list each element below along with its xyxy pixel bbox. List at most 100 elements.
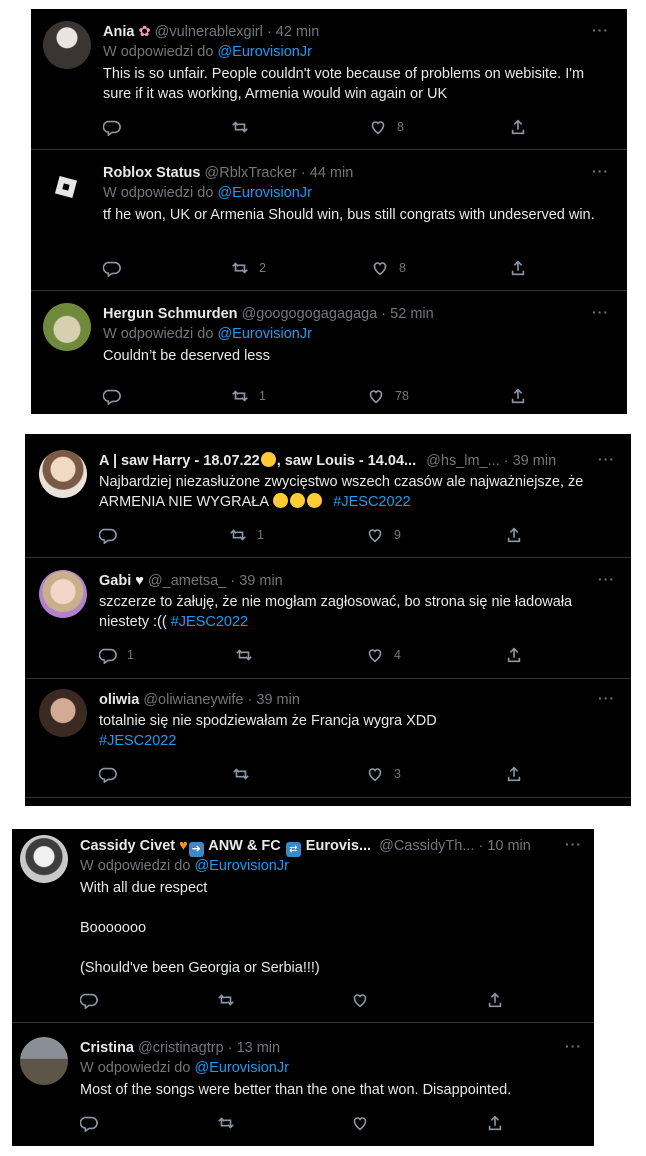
tweet[interactable]: Gabi ♥ @_ametsa_ · 39 min ··· szczerze t… <box>25 558 631 679</box>
like-icon <box>368 529 382 543</box>
author-handle[interactable]: @RblxTracker <box>205 165 297 181</box>
like-button[interactable] <box>351 1114 369 1132</box>
retweet-button[interactable] <box>231 118 259 136</box>
tweet[interactable]: Cassidy Civet ♥ ➜ ANW & FC ⇄ Eurovis... @… <box>12 829 594 1023</box>
author-name[interactable]: A | saw Harry - 18.07.22 <box>99 453 260 469</box>
avatar[interactable] <box>43 303 91 351</box>
retweet-button[interactable]: 2 <box>231 259 266 277</box>
author-name[interactable]: Cassidy Civet <box>80 838 175 854</box>
share-button[interactable] <box>505 526 523 544</box>
more-icon[interactable]: ··· <box>592 22 609 38</box>
hashtag-link[interactable]: #JESC2022 <box>333 494 410 510</box>
retweet-button[interactable] <box>217 1114 235 1132</box>
timestamp[interactable]: 52 min <box>390 306 434 322</box>
timestamp[interactable]: 44 min <box>310 165 354 181</box>
hashtag-link[interactable]: #JESC2022 <box>171 614 248 630</box>
like-button[interactable] <box>351 991 369 1009</box>
like-button[interactable]: 8 <box>369 118 404 136</box>
reply-to-link[interactable]: @EurovisionJr <box>217 185 312 201</box>
hashtag-link[interactable]: #JESC2022 <box>99 731 604 751</box>
share-button[interactable] <box>505 765 523 783</box>
reply-to-link[interactable]: @EurovisionJr <box>194 1060 289 1076</box>
more-icon[interactable]: ··· <box>598 451 615 467</box>
reply-context: W odpowiedzi do @EurovisionJr <box>103 44 312 60</box>
reply-context: W odpowiedzi do @EurovisionJr <box>103 326 312 342</box>
reply-button[interactable] <box>80 991 98 1009</box>
more-icon[interactable]: ··· <box>592 163 609 179</box>
author-handle[interactable]: @oliwianeywife <box>143 692 243 708</box>
share-icon <box>511 119 525 135</box>
timestamp[interactable]: 10 min <box>487 838 531 854</box>
like-button[interactable]: 3 <box>366 765 401 783</box>
reply-button[interactable]: 1 <box>99 646 134 664</box>
timestamp[interactable]: 42 min <box>276 24 320 40</box>
avatar[interactable] <box>39 689 87 737</box>
avatar[interactable] <box>39 450 87 498</box>
reply-button[interactable] <box>103 387 131 405</box>
reply-to-link[interactable]: @EurovisionJr <box>217 44 312 60</box>
retweet-icon <box>218 1117 234 1129</box>
author-handle[interactable]: @CassidyTh... <box>379 838 474 854</box>
author-name[interactable]: Cristina <box>80 1040 134 1056</box>
reply-icon <box>80 993 98 1009</box>
tweet[interactable]: Ania ✿ @vulnerablexgirl · 42 min ··· W o… <box>31 9 627 150</box>
like-button[interactable]: 9 <box>366 526 401 544</box>
share-button[interactable] <box>509 118 527 136</box>
author-handle[interactable]: @_ametsa_ <box>148 573 226 589</box>
reply-to-link[interactable]: @EurovisionJr <box>217 326 312 342</box>
share-button[interactable] <box>505 646 523 664</box>
author-name[interactable]: Roblox Status <box>103 165 200 181</box>
retweet-button[interactable] <box>217 991 235 1009</box>
more-icon[interactable]: ··· <box>598 571 615 587</box>
avatar[interactable] <box>43 164 91 212</box>
avatar[interactable] <box>39 570 87 618</box>
reply-context: W odpowiedzi do @EurovisionJr <box>80 858 289 874</box>
reply-button[interactable] <box>99 526 127 544</box>
tweet[interactable]: oliwia @oliwianeywife · 39 min ··· total… <box>25 679 631 806</box>
tweet[interactable]: Hergun Schmurden @googogogagagaga · 52 m… <box>31 291 627 414</box>
author-name[interactable]: Hergun Schmurden <box>103 306 238 322</box>
retweet-button[interactable] <box>235 646 263 664</box>
author-name[interactable]: oliwia <box>99 692 139 708</box>
retweet-icon <box>218 994 234 1006</box>
author-name[interactable]: Ania <box>103 24 134 40</box>
reply-to-link[interactable]: @EurovisionJr <box>194 858 289 874</box>
retweet-button[interactable] <box>232 765 260 783</box>
share-button[interactable] <box>509 387 527 405</box>
author-handle[interactable]: @googogogagagaga <box>242 306 378 322</box>
more-icon[interactable]: ··· <box>565 836 582 852</box>
tweet-text: This is so unfair. People couldn't vote … <box>103 66 585 102</box>
tweet[interactable]: A | saw Harry - 18.07.22, saw Louis - 14… <box>25 434 631 558</box>
tweet-text: szczerze to żałuję, że nie mogłam zagłos… <box>99 594 573 630</box>
more-icon[interactable]: ··· <box>565 1038 582 1054</box>
retweet-button[interactable]: 1 <box>229 526 264 544</box>
reply-button[interactable] <box>99 765 127 783</box>
like-button[interactable]: 4 <box>366 646 401 664</box>
share-icon <box>507 766 521 782</box>
share-button[interactable] <box>486 991 504 1009</box>
reply-button[interactable] <box>103 118 131 136</box>
author-name[interactable]: Gabi <box>99 573 131 589</box>
more-icon[interactable]: ··· <box>592 304 609 320</box>
like-button[interactable]: 78 <box>367 387 409 405</box>
author-handle[interactable]: @vulnerablexgirl <box>155 24 263 40</box>
share-button[interactable] <box>509 259 527 277</box>
author-handle[interactable]: @hs_lm_... <box>426 453 500 469</box>
tweet[interactable]: Roblox Status @RblxTracker · 44 min ··· … <box>31 150 627 291</box>
like-button[interactable]: 8 <box>371 259 406 277</box>
share-button[interactable] <box>486 1114 504 1132</box>
more-icon[interactable]: ··· <box>598 690 615 706</box>
timestamp[interactable]: 13 min <box>237 1040 281 1056</box>
retweet-button[interactable]: 1 <box>231 387 266 405</box>
timestamp[interactable]: 39 min <box>239 573 283 589</box>
author-handle[interactable]: @cristinagtrp <box>138 1040 224 1056</box>
avatar[interactable] <box>20 1037 68 1085</box>
timestamp[interactable]: 39 min <box>513 453 557 469</box>
share-icon <box>488 992 502 1008</box>
timestamp[interactable]: 39 min <box>256 692 300 708</box>
tweet[interactable]: Cristina @cristinagtrp · 13 min ··· W od… <box>12 1023 594 1146</box>
reply-button[interactable] <box>103 259 131 277</box>
reply-button[interactable] <box>80 1114 98 1132</box>
avatar[interactable] <box>20 835 68 883</box>
avatar[interactable] <box>43 21 91 69</box>
